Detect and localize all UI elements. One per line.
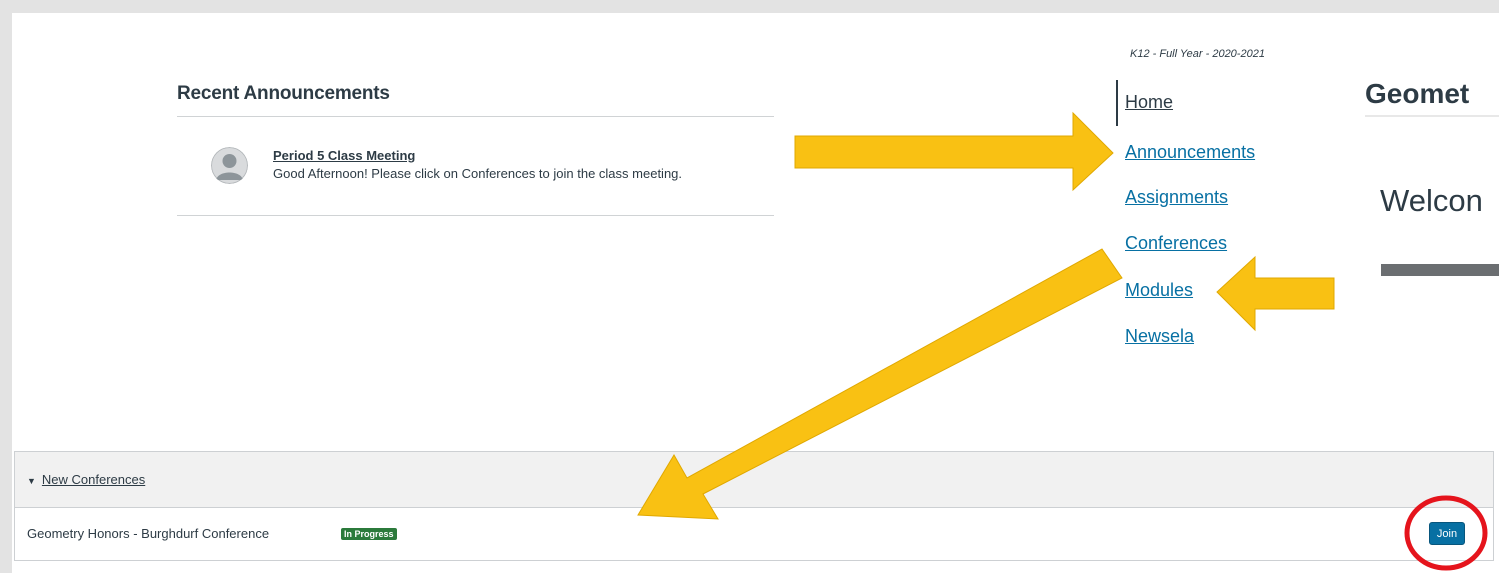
new-conferences-label: New Conferences bbox=[41, 472, 146, 487]
nav-announcements[interactable]: Announcements bbox=[1125, 142, 1255, 163]
nav-modules[interactable]: Modules bbox=[1125, 280, 1193, 301]
recent-announcements-heading: Recent Announcements bbox=[177, 83, 390, 104]
new-conferences-toggle[interactable]: ▼ New Conferences bbox=[27, 472, 145, 487]
status-badge: In Progress bbox=[341, 528, 397, 540]
announcement-message: Good Afternoon! Please click on Conferen… bbox=[273, 166, 683, 181]
course-title: Geomet bbox=[1365, 78, 1470, 109]
announcements-divider bbox=[177, 116, 774, 117]
nav-home[interactable]: Home bbox=[1125, 92, 1173, 113]
welcome-heading: Welcon bbox=[1380, 183, 1483, 218]
course-term-label: K12 - Full Year - 2020-2021 bbox=[1130, 48, 1265, 60]
announcements-divider-bottom bbox=[177, 215, 774, 216]
title-divider bbox=[1365, 115, 1499, 117]
nav-newsela[interactable]: Newsela bbox=[1125, 326, 1194, 347]
nav-assignments[interactable]: Assignments bbox=[1125, 187, 1228, 208]
nav-conferences[interactable]: Conferences bbox=[1125, 233, 1227, 254]
active-nav-indicator bbox=[1116, 80, 1118, 126]
join-button[interactable]: Join bbox=[1429, 522, 1465, 545]
announcement-title-link[interactable]: Period 5 Class Meeting bbox=[273, 148, 415, 163]
welcome-banner-bar bbox=[1381, 264, 1499, 276]
conference-name: Geometry Honors - Burghdurf Conference bbox=[27, 526, 270, 541]
new-conferences-header bbox=[14, 451, 1494, 508]
caret-down-icon: ▼ bbox=[27, 476, 36, 486]
author-avatar-icon bbox=[211, 147, 248, 184]
